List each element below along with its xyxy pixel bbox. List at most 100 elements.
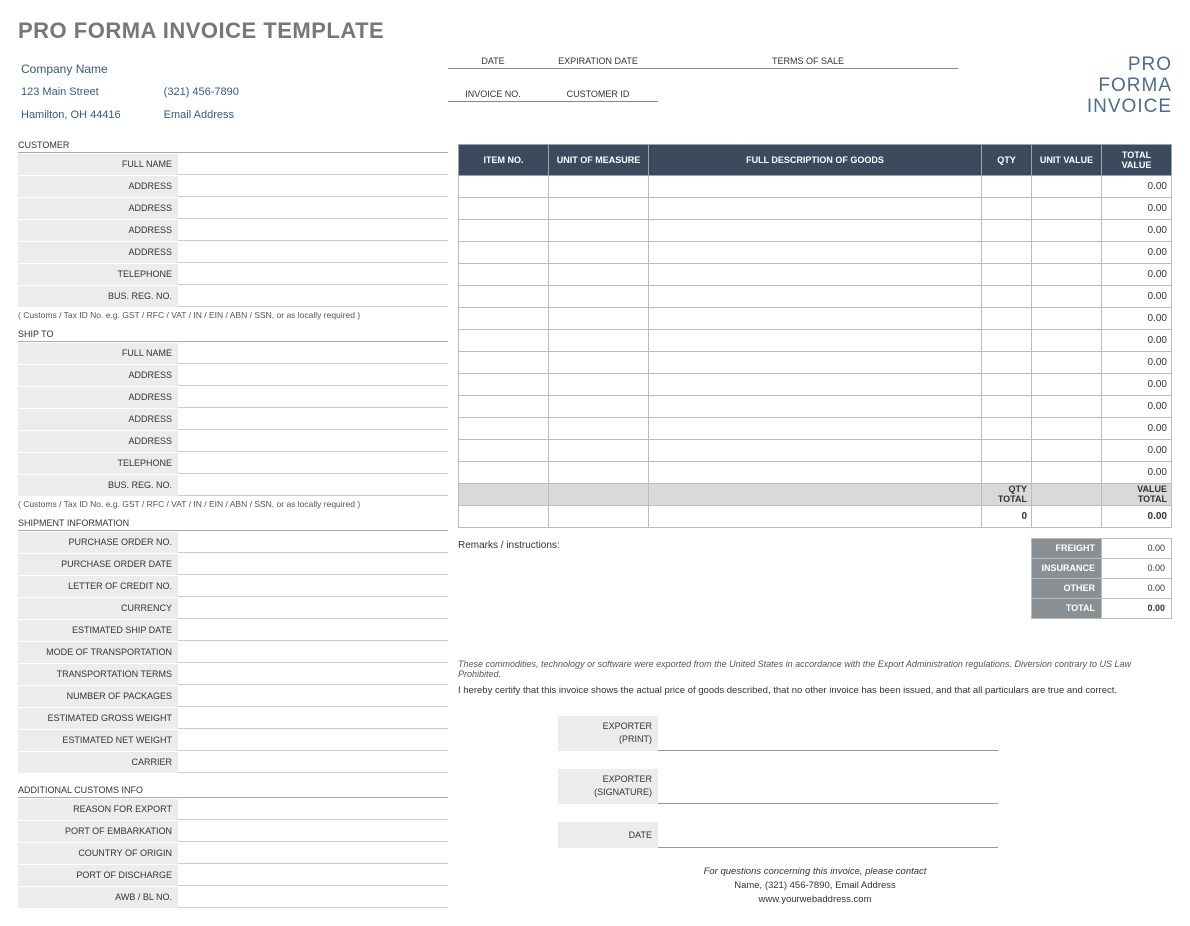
table-cell[interactable] xyxy=(982,175,1032,197)
table-cell[interactable]: 0.00 xyxy=(1102,461,1172,483)
table-cell[interactable] xyxy=(982,329,1032,351)
table-cell[interactable]: 0.00 xyxy=(1102,197,1172,219)
table-cell[interactable] xyxy=(649,175,982,197)
table-cell[interactable] xyxy=(549,395,649,417)
table-cell[interactable] xyxy=(649,285,982,307)
customer-field-input[interactable] xyxy=(178,219,448,241)
table-cell[interactable]: 0.00 xyxy=(1102,395,1172,417)
table-cell[interactable] xyxy=(549,329,649,351)
table-cell[interactable] xyxy=(1032,263,1102,285)
table-cell[interactable] xyxy=(649,395,982,417)
table-cell[interactable] xyxy=(649,329,982,351)
table-cell[interactable] xyxy=(459,219,549,241)
table-cell[interactable] xyxy=(549,241,649,263)
table-cell[interactable] xyxy=(1032,307,1102,329)
shipment-field-input[interactable] xyxy=(178,641,448,663)
table-cell[interactable] xyxy=(549,417,649,439)
table-cell[interactable] xyxy=(649,197,982,219)
customer-field-input[interactable] xyxy=(178,241,448,263)
shipto-field-input[interactable] xyxy=(178,452,448,474)
header-terms[interactable]: TERMS OF SALE xyxy=(658,56,958,69)
shipment-field-input[interactable] xyxy=(178,663,448,685)
table-cell[interactable] xyxy=(1032,197,1102,219)
table-cell[interactable] xyxy=(459,395,549,417)
table-cell[interactable]: 0.00 xyxy=(1102,307,1172,329)
table-cell[interactable] xyxy=(1032,285,1102,307)
table-cell[interactable]: 0.00 xyxy=(1102,219,1172,241)
table-cell[interactable] xyxy=(649,219,982,241)
table-cell[interactable]: 0.00 xyxy=(1102,263,1172,285)
table-cell[interactable] xyxy=(549,263,649,285)
shipto-field-input[interactable] xyxy=(178,430,448,452)
table-cell[interactable] xyxy=(982,373,1032,395)
customs-field-input[interactable] xyxy=(178,842,448,864)
table-cell[interactable] xyxy=(982,219,1032,241)
shipment-field-input[interactable] xyxy=(178,597,448,619)
table-cell[interactable] xyxy=(982,461,1032,483)
customs-field-input[interactable] xyxy=(178,820,448,842)
table-cell[interactable] xyxy=(1032,417,1102,439)
table-cell[interactable] xyxy=(982,307,1032,329)
shipment-field-input[interactable] xyxy=(178,553,448,575)
header-customer-id[interactable]: CUSTOMER ID xyxy=(538,89,658,102)
table-cell[interactable] xyxy=(982,417,1032,439)
shipment-field-input[interactable] xyxy=(178,707,448,729)
table-cell[interactable] xyxy=(459,439,549,461)
table-cell[interactable] xyxy=(1032,351,1102,373)
table-cell[interactable] xyxy=(549,439,649,461)
table-cell[interactable] xyxy=(982,197,1032,219)
table-cell[interactable] xyxy=(1032,175,1102,197)
customer-field-input[interactable] xyxy=(178,175,448,197)
customer-field-input[interactable] xyxy=(178,263,448,285)
table-cell[interactable] xyxy=(1032,373,1102,395)
table-cell[interactable] xyxy=(649,439,982,461)
table-cell[interactable]: 0.00 xyxy=(1102,241,1172,263)
table-cell[interactable] xyxy=(649,307,982,329)
table-cell[interactable] xyxy=(549,351,649,373)
table-cell[interactable] xyxy=(982,439,1032,461)
table-cell[interactable] xyxy=(459,417,549,439)
table-cell[interactable] xyxy=(459,175,549,197)
table-cell[interactable] xyxy=(549,285,649,307)
table-cell[interactable] xyxy=(459,197,549,219)
customer-field-input[interactable] xyxy=(178,197,448,219)
table-cell[interactable] xyxy=(459,351,549,373)
shipto-field-input[interactable] xyxy=(178,408,448,430)
table-cell[interactable] xyxy=(649,241,982,263)
table-cell[interactable] xyxy=(459,285,549,307)
table-cell[interactable] xyxy=(649,373,982,395)
customer-field-input[interactable] xyxy=(178,153,448,175)
customs-field-input[interactable] xyxy=(178,886,448,908)
table-cell[interactable] xyxy=(549,175,649,197)
table-cell[interactable]: 0.00 xyxy=(1102,439,1172,461)
table-cell[interactable] xyxy=(459,373,549,395)
table-cell[interactable] xyxy=(982,351,1032,373)
table-cell[interactable] xyxy=(649,417,982,439)
table-cell[interactable] xyxy=(459,307,549,329)
table-cell[interactable] xyxy=(1032,219,1102,241)
customs-field-input[interactable] xyxy=(178,864,448,886)
table-cell[interactable] xyxy=(982,285,1032,307)
table-cell[interactable] xyxy=(1032,329,1102,351)
table-cell[interactable]: 0.00 xyxy=(1102,351,1172,373)
table-cell[interactable] xyxy=(649,461,982,483)
sig-date-line[interactable] xyxy=(658,822,998,848)
shipment-field-input[interactable] xyxy=(178,575,448,597)
shipto-field-input[interactable] xyxy=(178,342,448,364)
table-cell[interactable] xyxy=(459,461,549,483)
shipment-field-input[interactable] xyxy=(178,729,448,751)
table-cell[interactable] xyxy=(459,241,549,263)
table-cell[interactable] xyxy=(649,351,982,373)
header-date[interactable]: DATE xyxy=(448,56,538,69)
customer-field-input[interactable] xyxy=(178,285,448,307)
customs-field-input[interactable] xyxy=(178,798,448,820)
table-cell[interactable] xyxy=(459,263,549,285)
table-cell[interactable] xyxy=(1032,461,1102,483)
table-cell[interactable] xyxy=(549,307,649,329)
shipto-field-input[interactable] xyxy=(178,364,448,386)
header-invoice-no[interactable]: INVOICE NO. xyxy=(448,89,538,102)
sig-signature-line[interactable] xyxy=(658,772,998,804)
table-cell[interactable]: 0.00 xyxy=(1102,373,1172,395)
header-expiration[interactable]: EXPIRATION DATE xyxy=(538,56,658,69)
table-cell[interactable] xyxy=(649,263,982,285)
